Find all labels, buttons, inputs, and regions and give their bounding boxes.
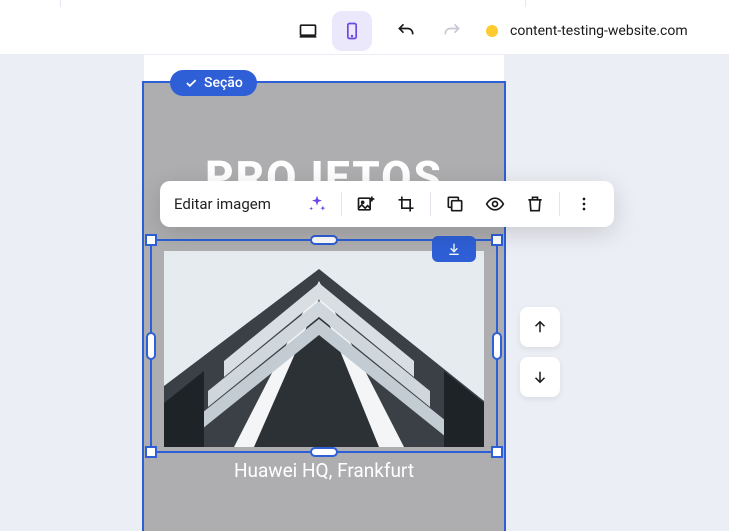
resize-handle-bottom[interactable] [310,447,338,457]
mobile-canvas: Seção PROJETOS [144,55,504,531]
duplicate-button[interactable] [435,184,475,224]
edit-image-label[interactable]: Editar imagem [170,195,275,213]
redo-icon [442,21,462,41]
toolbar-divider [559,192,560,216]
desktop-view-button[interactable] [288,11,328,51]
window-tab-strip [0,0,729,7]
history-controls [388,13,470,49]
delete-button[interactable] [515,184,555,224]
download-badge[interactable] [432,236,476,262]
eye-icon [485,194,505,214]
desktop-icon [298,21,318,41]
more-button[interactable] [564,184,604,224]
move-down-button[interactable] [520,357,560,397]
crop-icon [396,194,416,214]
redo-button[interactable] [434,13,470,49]
resize-handle-right[interactable] [492,332,502,360]
download-icon [446,241,462,257]
toolbar-divider [341,192,342,216]
copy-icon [445,194,465,214]
arrow-up-icon [531,318,549,336]
arrow-down-icon [531,368,549,386]
section-frame[interactable]: Seção PROJETOS [144,83,504,531]
more-vertical-icon [574,194,594,214]
mobile-view-button[interactable] [332,11,372,51]
section-badge-label: Seção [204,75,243,91]
image-toolbar: Editar imagem [160,181,614,227]
section-badge[interactable]: Seção [170,70,257,96]
check-icon [184,76,198,90]
device-switcher [288,11,372,51]
move-up-button[interactable] [520,307,560,347]
section-nav [520,307,560,397]
image-caption: Huawei HQ, Frankfurt [144,459,504,482]
image-plus-icon [356,194,376,214]
undo-button[interactable] [388,13,424,49]
status-dot [486,25,498,37]
trash-icon [525,194,545,214]
toolbar-divider [430,192,431,216]
resize-handle-top[interactable] [310,235,338,245]
resize-handle-tr[interactable] [491,234,503,246]
mobile-icon [342,21,362,41]
resize-handle-left[interactable] [146,332,156,360]
sparkle-icon [307,194,327,214]
visibility-button[interactable] [475,184,515,224]
url-display: content-testing-website.com [486,23,688,39]
site-url: content-testing-website.com [510,23,688,39]
image-selection-outline[interactable] [152,241,496,451]
replace-image-button[interactable] [346,184,386,224]
resize-handle-bl[interactable] [145,446,157,458]
ai-enhance-button[interactable] [297,184,337,224]
resize-handle-br[interactable] [491,446,503,458]
topbar: content-testing-website.com [0,7,729,55]
undo-icon [396,21,416,41]
resize-handle-tl[interactable] [145,234,157,246]
crop-button[interactable] [386,184,426,224]
